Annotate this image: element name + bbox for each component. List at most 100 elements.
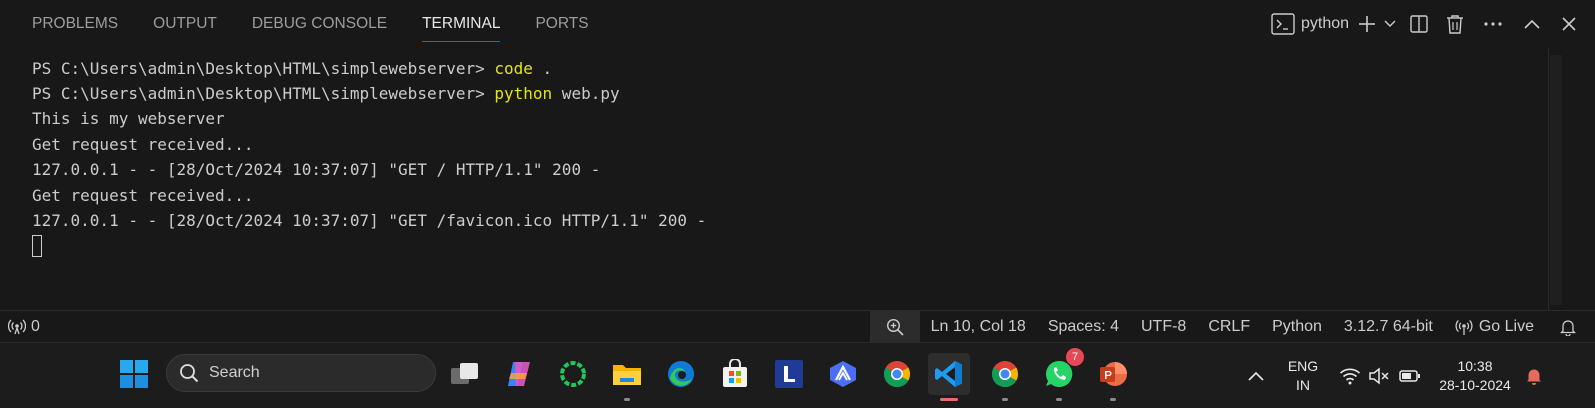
- taskbar: Search 7 ENG IN 10:38 28-10-2024: [0, 342, 1595, 408]
- ports-status[interactable]: 0: [8, 311, 51, 342]
- running-indicator: [1056, 398, 1062, 401]
- ring-icon: [560, 361, 586, 387]
- language-indicator[interactable]: ENG IN: [1282, 343, 1324, 408]
- terminal-line: PS C:\Users\admin\Desktop\HTML\simpleweb…: [32, 81, 620, 106]
- vscode-icon: [935, 361, 962, 387]
- tab-problems[interactable]: PROBLEMS: [32, 0, 118, 48]
- command: code: [494, 59, 533, 78]
- split-terminal-button[interactable]: [1401, 0, 1437, 48]
- volume-muted-icon: [1369, 367, 1389, 385]
- terminal-line: PS C:\Users\admin\Desktop\HTML\simpleweb…: [32, 56, 552, 81]
- close-panel-button[interactable]: [1551, 0, 1595, 48]
- terminal-line: 127.0.0.1 - - [28/Oct/2024 10:37:07] "GE…: [32, 160, 601, 179]
- microsoft-store-button[interactable]: [714, 353, 756, 395]
- chevron-down-icon: [1384, 20, 1396, 27]
- l-app-button[interactable]: [768, 353, 810, 395]
- search-icon: [180, 364, 199, 383]
- vscode-button[interactable]: [928, 353, 970, 401]
- indentation[interactable]: Spaces: 4: [1037, 311, 1130, 342]
- split-icon: [1410, 15, 1428, 33]
- battery-icon: [1399, 370, 1420, 382]
- running-indicator: [1002, 398, 1008, 401]
- folder-icon: [613, 365, 641, 385]
- chrome-button[interactable]: [876, 353, 918, 395]
- chrome-icon: [991, 361, 1019, 388]
- windows-logo-icon: [120, 360, 148, 388]
- tab-debug-console[interactable]: DEBUG CONSOLE: [252, 0, 387, 48]
- wifi-icon: [1339, 368, 1361, 385]
- tab-ports[interactable]: PORTS: [535, 0, 588, 48]
- notification-badge: 7: [1066, 348, 1084, 366]
- terminal-icon: [1271, 13, 1295, 35]
- taskbar-search[interactable]: Search: [166, 354, 436, 392]
- arc-app-icon: [830, 361, 856, 387]
- chevron-up-icon: [1524, 19, 1540, 29]
- status-bar: 0 Ln 10, Col 18 Spaces: 4 UTF-8 CRLF Pyt…: [0, 310, 1595, 342]
- terminal-selector[interactable]: python: [1251, 0, 1355, 48]
- running-indicator: [1110, 398, 1116, 401]
- show-hidden-icons-button[interactable]: [1240, 343, 1272, 408]
- edge-icon: [668, 361, 694, 387]
- powerpoint-button[interactable]: [1092, 353, 1134, 401]
- language-code: ENG: [1287, 358, 1319, 374]
- new-terminal-button[interactable]: [1355, 0, 1379, 48]
- command-args: .: [532, 59, 553, 78]
- command: python: [494, 84, 553, 103]
- encoding[interactable]: UTF-8: [1130, 311, 1197, 342]
- l-app-icon: [775, 360, 803, 388]
- line-endings[interactable]: CRLF: [1197, 311, 1261, 342]
- kill-terminal-button[interactable]: [1437, 0, 1473, 48]
- plus-icon: [1359, 16, 1375, 32]
- notifications-button[interactable]: [1545, 311, 1595, 342]
- chrome-icon: [883, 361, 911, 388]
- arc-app-button[interactable]: [822, 353, 864, 395]
- task-view-button[interactable]: [444, 353, 486, 395]
- volume-status[interactable]: [1366, 343, 1392, 408]
- trash-icon: [1447, 15, 1463, 34]
- terminal-line: Get request received...: [32, 186, 254, 205]
- terminal-name: python: [1301, 15, 1350, 32]
- language-mode[interactable]: Python: [1261, 311, 1333, 342]
- region-code: IN: [1296, 377, 1310, 393]
- ports-count: 0: [31, 317, 40, 335]
- go-live-label: Go Live: [1478, 317, 1534, 335]
- tab-terminal[interactable]: TERMINAL: [422, 0, 501, 48]
- terminal-line: This is my webserver: [32, 109, 225, 128]
- task-view-icon: [451, 363, 478, 384]
- panel-tabs: PROBLEMS OUTPUT DEBUG CONSOLE TERMINAL P…: [32, 0, 624, 48]
- whatsapp-button[interactable]: 7: [1038, 348, 1084, 401]
- more-actions-button[interactable]: [1473, 0, 1513, 48]
- wifi-status[interactable]: [1336, 343, 1364, 408]
- copilot-icon: [508, 362, 530, 386]
- broadcast-icon: [1455, 319, 1473, 335]
- scrollbar-thumb[interactable]: [1550, 55, 1562, 305]
- zoom-button[interactable]: [869, 311, 920, 342]
- bell-icon: [1527, 369, 1541, 385]
- cursor-position[interactable]: Ln 10, Col 18: [920, 311, 1037, 342]
- chevron-up-icon: [1248, 371, 1264, 381]
- start-button[interactable]: [113, 353, 155, 395]
- panel-header: PROBLEMS OUTPUT DEBUG CONSOLE TERMINAL P…: [0, 0, 1595, 48]
- powerpoint-icon: [1100, 362, 1127, 386]
- terminal-output[interactable]: PS C:\Users\admin\Desktop\HTML\simpleweb…: [0, 48, 1548, 310]
- maximize-panel-button[interactable]: [1513, 0, 1551, 48]
- tab-output[interactable]: OUTPUT: [153, 0, 217, 48]
- file-explorer-button[interactable]: [606, 353, 648, 401]
- prompt: PS C:\Users\admin\Desktop\HTML\simpleweb…: [32, 59, 495, 78]
- terminal-profiles-dropdown[interactable]: [1379, 0, 1401, 48]
- copilot-button[interactable]: [498, 353, 540, 395]
- store-icon: [723, 359, 747, 387]
- edge-button[interactable]: [660, 353, 702, 395]
- terminal-line: 127.0.0.1 - - [28/Oct/2024 10:37:07] "GE…: [32, 211, 707, 230]
- panel-actions: python: [1251, 0, 1595, 48]
- go-live-button[interactable]: Go Live: [1444, 311, 1545, 342]
- chrome-profile-button[interactable]: [984, 353, 1026, 401]
- close-icon: [1562, 17, 1576, 31]
- python-interpreter[interactable]: 3.12.7 64-bit: [1333, 311, 1444, 342]
- app-green-ring[interactable]: [552, 353, 594, 395]
- battery-status[interactable]: [1396, 343, 1424, 408]
- clock[interactable]: 10:38 28-10-2024: [1434, 343, 1516, 408]
- notification-center-button[interactable]: [1520, 343, 1548, 408]
- broadcast-icon: [8, 319, 26, 334]
- terminal-cursor: [32, 235, 42, 257]
